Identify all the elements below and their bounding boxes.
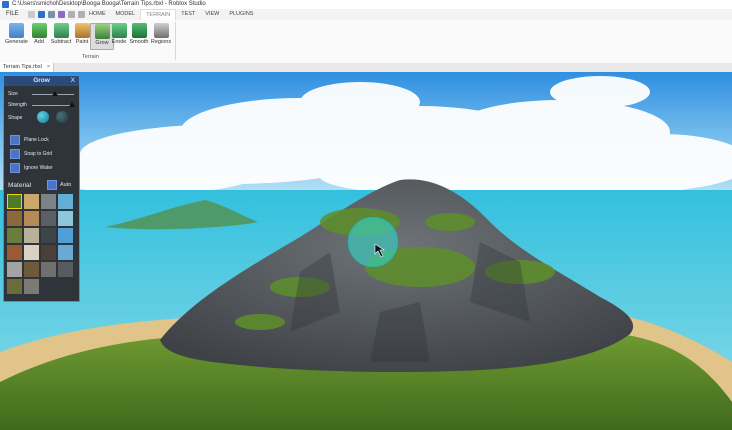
erode-button[interactable]: Erode <box>108 23 130 45</box>
material-swatch-brick[interactable] <box>7 245 22 260</box>
ignore-water-label: Ignore Water <box>24 165 53 171</box>
tab-model[interactable]: MODEL <box>111 9 141 20</box>
grow-panel-title: Grow <box>33 77 50 84</box>
erode-label: Erode <box>111 39 127 45</box>
close-panel-button[interactable]: X <box>71 76 75 86</box>
shape-label: Shape <box>8 115 23 121</box>
terrain-erode-icon <box>111 23 127 38</box>
grow-panel-header: Grow X <box>4 76 79 86</box>
ribbon: Generate Add Subtract Paint Grow Erode S… <box>0 20 732 64</box>
material-swatch-ice[interactable] <box>58 228 73 243</box>
material-label: Material <box>8 182 32 189</box>
sphere-shape-button[interactable] <box>37 111 49 123</box>
material-swatch-grass[interactable] <box>7 194 22 209</box>
terrain-smooth-icon <box>131 23 147 38</box>
snap-to-grid-label: Snap to Grid <box>24 151 53 157</box>
auto-material-checkbox[interactable] <box>47 180 57 190</box>
roblox-studio-logo-icon <box>2 1 9 8</box>
material-swatch-cracked-lava[interactable] <box>41 245 56 260</box>
terrain-paint-icon <box>74 23 90 38</box>
document-tab-strip: Terrain Tips.rbxl × <box>0 63 732 72</box>
material-swatch-slate[interactable] <box>41 211 56 226</box>
material-swatch-concrete[interactable] <box>7 262 22 277</box>
strength-slider[interactable] <box>32 102 75 107</box>
size-label: Size <box>8 91 18 97</box>
material-swatch-salt[interactable] <box>24 245 39 260</box>
add-button[interactable]: Add <box>28 23 50 45</box>
smooth-label: Smooth <box>129 39 149 45</box>
material-swatch-cobblestone[interactable] <box>24 279 39 294</box>
3d-viewport[interactable] <box>0 72 732 430</box>
file-menu[interactable]: FILE <box>2 10 23 19</box>
ribbon-separator <box>175 22 176 60</box>
quick-access-toolbar <box>28 10 85 19</box>
tab-test[interactable]: TEST <box>176 9 200 20</box>
menu-bar: FILE HOME MODEL TERRAIN TEST VIEW PLUGIN… <box>0 9 732 20</box>
material-swatch-asphalt[interactable] <box>58 262 73 277</box>
snap-to-grid-checkbox[interactable] <box>10 149 20 159</box>
material-swatch-sandstone[interactable] <box>24 211 39 226</box>
ribbon-tabs: HOME MODEL TERRAIN TEST VIEW PLUGINS <box>84 9 258 20</box>
material-swatch-glacier[interactable] <box>58 211 73 226</box>
ignore-water-checkbox[interactable] <box>10 163 20 173</box>
size-slider-knob[interactable] <box>52 91 59 96</box>
document-tab[interactable]: Terrain Tips.rbxl × <box>0 63 55 72</box>
material-swatch-sand[interactable] <box>24 194 39 209</box>
subtract-button[interactable]: Subtract <box>50 23 72 45</box>
material-grid <box>7 194 75 294</box>
strength-label: Strength <box>8 102 27 108</box>
regions-button[interactable]: Regions <box>150 23 172 45</box>
plane-lock-checkbox[interactable] <box>10 135 20 145</box>
publish-icon[interactable] <box>58 11 65 18</box>
material-swatch-leafy-grass[interactable] <box>7 228 22 243</box>
window-title: C:\Users\smichol\Desktop\Booga Booga\Ter… <box>12 1 206 7</box>
material-swatch-pavement[interactable] <box>41 262 56 277</box>
title-bar: C:\Users\smichol\Desktop\Booga Booga\Ter… <box>0 0 732 9</box>
regions-label: Regions <box>150 39 172 45</box>
save-icon[interactable] <box>68 11 75 18</box>
grow-brush-cursor <box>348 217 398 267</box>
generate-button[interactable]: Generate <box>5 23 28 45</box>
close-tab-icon[interactable]: × <box>47 64 50 70</box>
new-file-icon[interactable] <box>28 11 35 18</box>
generate-label: Generate <box>5 39 28 45</box>
material-swatch-water[interactable] <box>58 194 73 209</box>
strength-slider-knob[interactable] <box>68 102 75 107</box>
tab-view[interactable]: VIEW <box>200 9 224 20</box>
size-slider[interactable] <box>32 91 74 96</box>
document-tab-label: Terrain Tips.rbxl <box>3 64 42 70</box>
material-swatch-wood-planks[interactable] <box>7 211 22 226</box>
material-swatch-ground[interactable] <box>7 279 22 294</box>
auto-label: Auto <box>60 182 72 188</box>
terrain-regions-icon <box>153 23 169 38</box>
terrain-add-icon <box>31 23 47 38</box>
subtract-label: Subtract <box>50 39 72 45</box>
material-swatch-rock[interactable] <box>41 194 56 209</box>
grow-tool-panel: Grow X Size Strength Shape Plane Lock Sn… <box>3 75 80 302</box>
redo-icon[interactable] <box>48 11 55 18</box>
cube-shape-button[interactable] <box>56 111 68 123</box>
tab-home[interactable]: HOME <box>84 9 111 20</box>
material-swatch-basalt[interactable] <box>41 228 56 243</box>
material-swatch-limestone[interactable] <box>24 228 39 243</box>
terrain-generate-icon <box>8 23 24 38</box>
smooth-button[interactable]: Smooth <box>128 23 150 45</box>
tab-plugins[interactable]: PLUGINS <box>224 9 258 20</box>
add-label: Add <box>34 39 44 45</box>
plane-lock-label: Plane Lock <box>24 137 49 143</box>
material-swatch-snow[interactable] <box>58 245 73 260</box>
terrain-subtract-icon <box>53 23 69 38</box>
ribbon-group-label: Terrain <box>82 54 99 60</box>
tab-terrain[interactable]: TERRAIN <box>140 9 177 20</box>
material-swatch-mud[interactable] <box>24 262 39 277</box>
undo-icon[interactable] <box>38 11 45 18</box>
